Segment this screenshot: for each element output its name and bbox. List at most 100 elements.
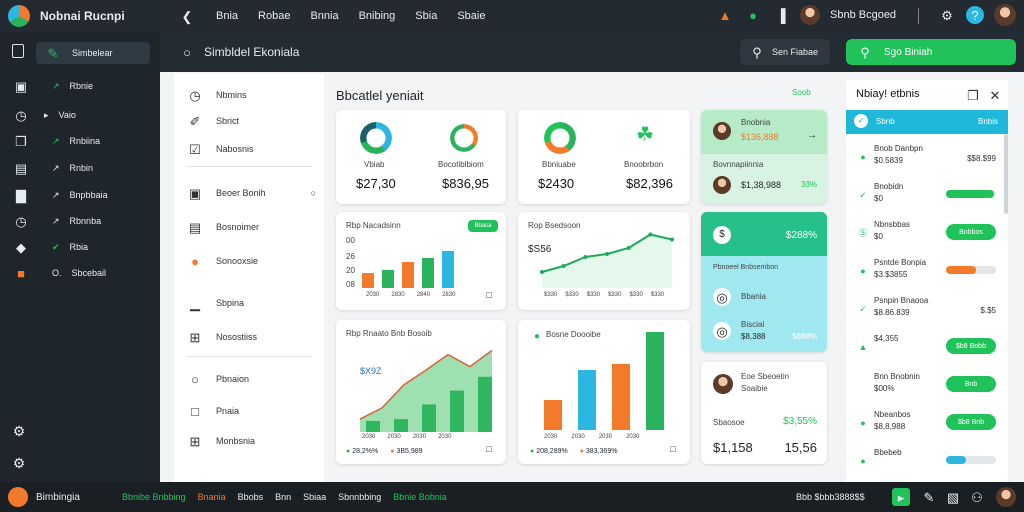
topnav-item[interactable]: Robae (258, 10, 290, 22)
row-value: $8.86.839 (874, 308, 910, 317)
line-point (648, 232, 653, 237)
bottom-bar: Bimbingia Bbnibe Bnbbing Bnania Bbobs Bn… (0, 482, 1024, 512)
avatar[interactable] (996, 487, 1016, 507)
left-item[interactable]: ▤ Bosnoimer (186, 218, 316, 236)
document-icon[interactable]: ▐ (772, 6, 790, 24)
left-item[interactable]: □ Pnaia (186, 402, 316, 420)
play-icon[interactable]: ▸ (892, 488, 910, 506)
panel-row[interactable]: Ⓢ Nbnsbbas $0 Bnbbos (854, 218, 1004, 248)
row-pill[interactable]: $b8 Bnb (946, 414, 996, 430)
stat-card[interactable]: ☘ Bbniuabe Bnoobrbon $2430 $82,396 (518, 110, 690, 204)
x-tick: 2030 (626, 434, 640, 440)
sidebar-item-vaio[interactable]: ◷ ▸ Vaio (8, 104, 154, 126)
left-item[interactable]: ○ Pbnaion (186, 370, 316, 388)
sidebar-item-rnbiina[interactable]: ❐ ↗ Rnbiina (8, 130, 154, 152)
sidebar-item-rbnnba[interactable]: ◷ ↗ Rbnnba (8, 210, 154, 232)
bottom-item[interactable]: Sbnnbbing (338, 492, 381, 502)
image-icon[interactable]: ▧ (944, 488, 962, 506)
edit-icon[interactable]: ✎ (920, 488, 938, 506)
left-item[interactable]: ⊞ Monbsnia (186, 432, 316, 450)
bottom-item[interactable]: Bnn (275, 492, 291, 502)
left-item[interactable]: ⊞ Nosostiiss (186, 328, 316, 346)
chart-badge[interactable]: Bbasa (468, 220, 498, 232)
sidebar-item-sbcebail[interactable]: ■ O. Sbcebail (8, 262, 154, 284)
left-item[interactable]: ▣ Beoer Bonih ○ (186, 184, 316, 202)
primary-button[interactable]: ⚲ Sgo Biniah (846, 39, 1016, 65)
panel-title: Nbiay! etbnis (856, 88, 920, 100)
left-item[interactable]: ✐ Sbrict (186, 112, 316, 130)
people-icon[interactable]: ⚇ (968, 488, 986, 506)
row-pill[interactable]: Bnb (946, 376, 996, 392)
sidebar-item-rbnie[interactable]: ▣ ↗ Rbnie (8, 75, 154, 97)
left-item[interactable]: ● Sonooxsie (186, 252, 316, 270)
topnav-item[interactable]: Sbia (415, 10, 437, 22)
sidebar-item-rnbin[interactable]: ▤ ↗ Rnbin (8, 157, 154, 179)
arrow-icon[interactable]: → (807, 130, 817, 141)
avatar[interactable] (994, 4, 1016, 26)
profile-card[interactable]: Eoe Sbeoetin Soaibie Sbaosoe $3,55% $1,1… (701, 362, 827, 464)
stat-card[interactable]: Vbiab Bocotiblbiom $27,30 $836,95 (336, 110, 506, 204)
card-label: Biscial (741, 320, 765, 329)
topnav-item[interactable]: Bnibing (359, 10, 396, 22)
sidebar-item-bnpbbaia[interactable]: ▇ ↗ Bnpbbaia (8, 184, 154, 206)
sidebar-item-simbelear[interactable]: ✎ Simbelear (36, 42, 150, 64)
area-chart-card[interactable]: Rbp Rnaato Bnb Bosoib $X9Z 2030 2030 203… (336, 320, 506, 464)
gear-icon[interactable]: ⚙ (10, 454, 28, 472)
left-item[interactable]: ◷ Nbmins (186, 86, 316, 104)
scrollbar[interactable] (1004, 134, 1008, 214)
topnav-item[interactable]: Sbaie (457, 10, 485, 22)
close-icon[interactable]: ✕ (986, 86, 1004, 104)
bar-chart-card[interactable]: Rbp Nacadsinn Bbasa 00 26 20 08 2030 283… (336, 212, 506, 310)
bottom-item[interactable]: Bnania (198, 492, 226, 502)
left-item[interactable]: ☑ Nabosnis (186, 140, 316, 158)
group-icon[interactable]: ● (744, 6, 762, 24)
row-pill[interactable]: Bnbbos (946, 224, 996, 240)
avatar[interactable] (800, 5, 820, 25)
search-button[interactable]: ⚲ Sen Fiabae (740, 39, 830, 65)
sidebar-item-rbia[interactable]: ◆ ✔ Rbia (8, 236, 154, 258)
card-pct: 33% (800, 180, 817, 189)
topnav-item[interactable]: Bnnia (310, 10, 338, 22)
panel-row[interactable]: ▲ $4,355 $b8 Bobb (854, 332, 1004, 362)
panel-row[interactable]: ✓ Bnobidn $0 (854, 180, 1004, 210)
row-icon: ✓ (859, 189, 867, 200)
panel-row[interactable]: ● Bbebeb (854, 446, 1004, 476)
summary-card[interactable]: $ $288% Pbnoeel Bnbsembon ◎ Bbania ◎ Bis… (701, 212, 827, 352)
legend-label: 3B5,989 (396, 448, 423, 455)
row-pill[interactable]: $b8 Bobb (946, 338, 996, 354)
people-icon[interactable]: ▲ (716, 6, 734, 24)
panel-row[interactable]: ● Psntde Bonpia $3.$3855 (854, 256, 1004, 286)
copy-icon[interactable]: ❐ (964, 86, 982, 104)
settings-icon[interactable]: ⚙ (938, 6, 956, 24)
panel-row[interactable]: Bnn Bnobnin $00% Bnb (854, 370, 1004, 400)
bottom-item[interactable]: Sbiaa (303, 492, 326, 502)
left-item-label: Nbmins (216, 90, 247, 100)
bullet-icon: O. (52, 268, 62, 278)
row-value: $3.$3855 (874, 270, 908, 279)
help-icon[interactable]: ? (966, 6, 984, 24)
left-item[interactable]: ▁ Sbpina (186, 294, 316, 312)
shield-icon: ◆ (16, 239, 26, 255)
bottom-item[interactable]: Bbobs (238, 492, 264, 502)
info-icon[interactable]: □ (480, 286, 498, 304)
panel-row[interactable]: ✓ Psnpin Bnaooa $8.86.839 $.$5 (854, 294, 1004, 324)
bottom-item[interactable]: Bbnie Bobnia (393, 492, 447, 502)
bottom-item[interactable]: Bbnibe Bnbbing (122, 492, 186, 502)
sidebar-toggle-icon[interactable] (12, 44, 24, 58)
panel-row[interactable]: ● Bnob Danbpn $0.5839 $$8.$99 (854, 142, 1004, 172)
section-link[interactable]: Soob (792, 88, 811, 97)
panel-row[interactable]: ● Nbeanbos $8,8,988 $b8 Bnb (854, 408, 1004, 438)
chart-bar (544, 400, 562, 430)
settings-icon[interactable]: ⚙ (10, 422, 28, 440)
info-icon[interactable]: □ (480, 440, 498, 458)
bar-chart-card[interactable]: ● Bosne Doooibe 2030 2030 2030 2030 ● 20… (518, 320, 690, 464)
search-label: Sen Fiabae (772, 47, 819, 57)
bottom-app-name: Bimbingia (36, 491, 80, 503)
info-icon[interactable]: □ (664, 440, 682, 458)
line-chart-card[interactable]: Rop Bsedsoon $S56 $330 $330 $330 $330 $3… (518, 212, 690, 310)
back-icon[interactable]: ❮ (178, 7, 196, 25)
topnav-item[interactable]: Bnia (216, 10, 238, 22)
profile-card[interactable]: Bnobnia $136,888 → Bovnnapiinnia $1,38,9… (701, 110, 827, 204)
stat-label: Vbiab (364, 160, 385, 169)
donut-icon (544, 122, 576, 154)
